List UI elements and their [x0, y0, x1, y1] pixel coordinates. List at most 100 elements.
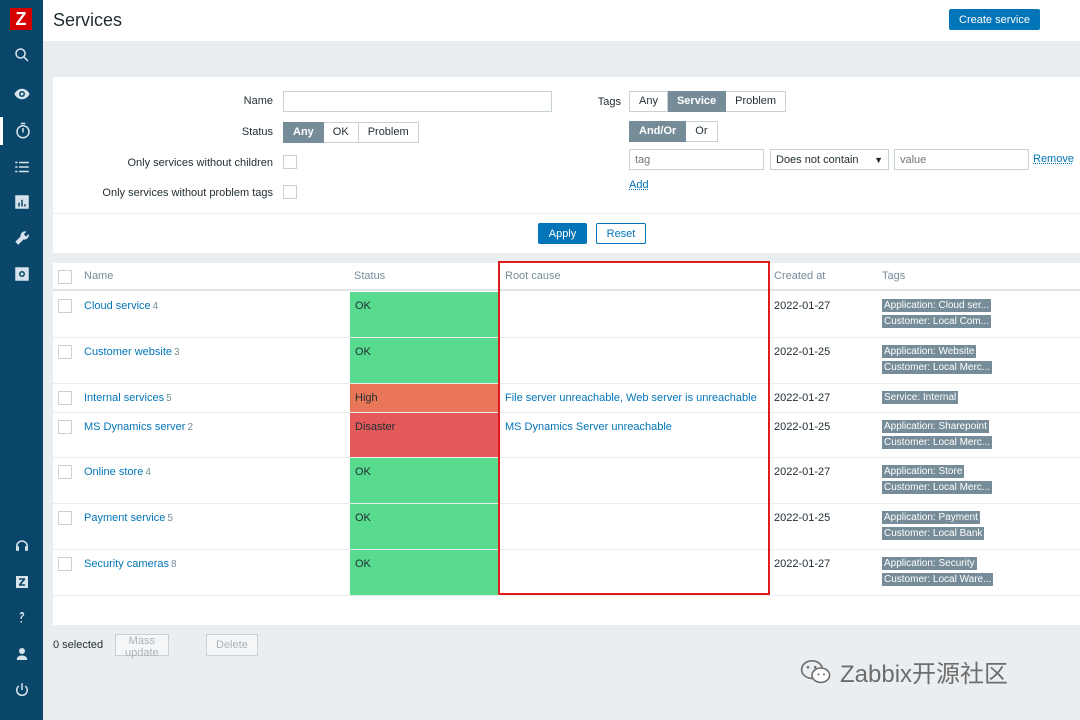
apply-button[interactable]: Apply — [538, 223, 587, 244]
child-count[interactable]: 8 — [171, 559, 177, 570]
root-cause-link[interactable]: MS Dynamics Server unreachable — [505, 421, 672, 433]
help-icon[interactable] — [0, 604, 43, 632]
power-icon[interactable] — [0, 676, 43, 704]
tags-cell: Application: Sharepoint Customer: Local M… — [882, 420, 993, 452]
gear-icon[interactable] — [0, 260, 43, 288]
tags-any-option[interactable]: Any — [629, 91, 668, 112]
status-cell: Disaster — [350, 413, 498, 457]
create-service-button[interactable]: Create service — [949, 9, 1040, 30]
table-row: Payment service 5 OK 2022-01-25 Application:… — [53, 504, 1080, 550]
tags-service-option[interactable]: Service — [667, 91, 727, 112]
created-at-cell: 2022-01-27 — [774, 466, 831, 478]
tags-cell: Application: Payment Customer: Local Bank — [882, 511, 985, 543]
table-row: MS Dynamics server 2 Disaster MS Dynamics S… — [53, 413, 1080, 458]
chart-icon[interactable] — [0, 188, 43, 216]
service-name-link[interactable]: Online store — [84, 466, 143, 478]
row-checkbox[interactable] — [58, 420, 72, 434]
no-problem-tags-checkbox[interactable] — [283, 185, 297, 199]
add-link[interactable]: Add — [629, 179, 649, 191]
table-row: Online store 4 OK 2022-01-27 Application: St… — [53, 458, 1080, 504]
tag-badge[interactable]: Customer: Local Merc... — [882, 436, 993, 449]
tags-cell: Application: Store Customer: Local Merc..… — [882, 465, 993, 497]
tag-badge[interactable]: Application: Website — [882, 345, 977, 358]
service-name-link[interactable]: Cloud service — [84, 300, 151, 312]
value-input[interactable] — [894, 149, 1029, 170]
header-root-cause: Root cause — [505, 270, 561, 282]
no-children-checkbox[interactable] — [283, 155, 297, 169]
tag-badge[interactable]: Application: Payment — [882, 511, 980, 524]
child-count[interactable]: 4 — [145, 467, 151, 478]
service-name-cell: Online store 4 — [84, 466, 151, 478]
name-input[interactable] — [283, 91, 552, 112]
child-count[interactable]: 5 — [167, 513, 173, 524]
andor-and-option[interactable]: And/Or — [629, 121, 687, 142]
tag-badge[interactable]: Application: Security — [882, 557, 977, 570]
tags-cell: Application: Cloud ser... Customer: Local… — [882, 299, 992, 331]
child-count[interactable]: 3 — [174, 347, 180, 358]
status-cell: OK — [350, 550, 498, 595]
service-name-link[interactable]: Internal services — [84, 392, 164, 404]
tag-badge[interactable]: Customer: Local Ware... — [882, 573, 994, 586]
remove-link[interactable]: Remove — [1033, 153, 1074, 165]
child-count[interactable]: 4 — [153, 301, 159, 312]
child-count[interactable]: 5 — [166, 393, 172, 404]
row-checkbox[interactable] — [58, 391, 72, 405]
service-name-link[interactable]: MS Dynamics server — [84, 421, 185, 433]
wrench-icon[interactable] — [0, 224, 43, 252]
service-name-link[interactable]: Customer website — [84, 346, 172, 358]
created-at-cell: 2022-01-25 — [774, 512, 831, 524]
status-problem-option[interactable]: Problem — [358, 122, 419, 143]
row-checkbox[interactable] — [58, 511, 72, 525]
service-name-cell: Payment service 5 — [84, 512, 173, 524]
no-problem-tags-label: Only services without problem tags — [102, 187, 273, 199]
delete-button[interactable]: Delete — [206, 634, 258, 656]
tag-input[interactable] — [629, 149, 764, 170]
header-status[interactable]: Status — [354, 270, 385, 282]
service-name-cell: Cloud service 4 — [84, 300, 158, 312]
eye-icon[interactable] — [0, 80, 43, 108]
status-ok-option[interactable]: OK — [323, 122, 359, 143]
tag-badge[interactable]: Customer: Local Com... — [882, 315, 992, 328]
mass-update-button[interactable]: Mass update — [115, 634, 169, 659]
name-label: Name — [243, 95, 273, 107]
row-checkbox[interactable] — [58, 465, 72, 479]
child-count[interactable]: 2 — [187, 422, 193, 433]
zabbix-icon[interactable] — [0, 568, 43, 596]
created-at-cell: 2022-01-27 — [774, 300, 831, 312]
andor-or-option[interactable]: Or — [686, 121, 718, 142]
headset-icon[interactable] — [0, 533, 43, 561]
tag-badge[interactable]: Application: Store — [882, 465, 965, 478]
tag-badge[interactable]: Application: Cloud ser... — [882, 299, 992, 312]
list-icon[interactable] — [0, 153, 43, 181]
tag-badge[interactable]: Application: Sharepoint — [882, 420, 989, 433]
tag-badge[interactable]: Customer: Local Merc... — [882, 361, 993, 374]
table-row: Customer website 3 OK 2022-01-25 Application… — [53, 338, 1080, 384]
select-all-checkbox[interactable] — [58, 270, 72, 284]
header-created-at[interactable]: Created at — [774, 270, 825, 282]
tag-badge[interactable]: Customer: Local Bank — [882, 527, 985, 540]
status-cell: OK — [350, 504, 498, 549]
tag-badge[interactable]: Customer: Local Merc... — [882, 481, 993, 494]
status-any-option[interactable]: Any — [283, 122, 324, 143]
tags-problem-option[interactable]: Problem — [726, 91, 787, 112]
reset-button[interactable]: Reset — [596, 223, 646, 244]
zabbix-logo[interactable]: Z — [10, 8, 32, 30]
stopwatch-icon[interactable] — [0, 117, 43, 145]
row-checkbox[interactable] — [58, 557, 72, 571]
search-icon[interactable] — [0, 41, 43, 69]
row-checkbox[interactable] — [58, 345, 72, 359]
header-name[interactable]: Name — [84, 270, 113, 282]
service-name-link[interactable]: Payment service — [84, 512, 165, 524]
created-at-cell: 2022-01-25 — [774, 346, 831, 358]
chevron-down-icon: ▼ — [874, 154, 883, 165]
tag-badge[interactable]: Service: Internal — [882, 391, 959, 404]
selected-count: 0 selected — [53, 639, 104, 651]
service-name-link[interactable]: Security cameras — [84, 558, 169, 570]
user-icon[interactable] — [0, 640, 43, 668]
services-table: Name Status Root cause Created at Tags C… — [53, 263, 1080, 625]
tag-operator-select[interactable]: Does not contain ▼ — [770, 149, 889, 170]
created-at-cell: 2022-01-27 — [774, 558, 831, 570]
tags-cell: Service: Internal — [882, 391, 959, 407]
row-checkbox[interactable] — [58, 299, 72, 313]
root-cause-link[interactable]: File server unreachable, Web server is u… — [505, 392, 757, 404]
